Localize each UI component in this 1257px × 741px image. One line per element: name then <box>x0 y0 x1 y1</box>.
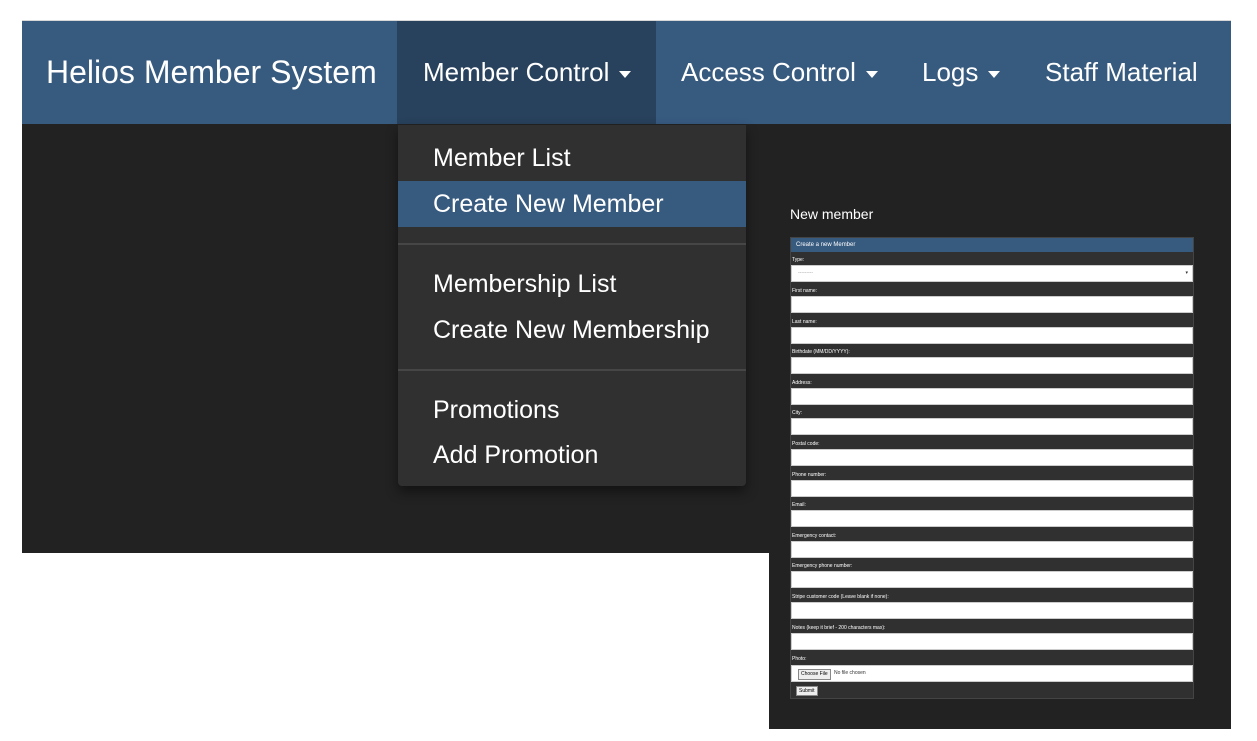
field-label: Stripe customer code (Leave blank if non… <box>792 594 889 600</box>
text-input[interactable] <box>791 327 1193 344</box>
type-label: Type: <box>792 257 805 263</box>
text-input[interactable] <box>791 296 1193 313</box>
new-member-page: New member Create a new Member Type: ---… <box>769 192 1231 729</box>
choose-file-button[interactable]: Choose File <box>798 669 831 680</box>
brand-title[interactable]: Helios Member System <box>46 21 377 124</box>
field-label: Address: <box>792 380 812 386</box>
menu-item-create-new-membership[interactable]: Create New Membership <box>398 307 746 353</box>
field-label: First name: <box>792 288 818 294</box>
field-label: Emergency phone number: <box>792 563 853 569</box>
nav-staff-material-label: Staff Material <box>1045 57 1198 87</box>
menu-item-member-list[interactable]: Member List <box>398 135 746 181</box>
menu-item-create-new-member[interactable]: Create New Member <box>398 181 746 227</box>
nav-member-control[interactable]: Member Control <box>397 21 656 124</box>
nav-logs-label: Logs <box>922 57 979 87</box>
menu-item-membership-list[interactable]: Membership List <box>398 261 746 307</box>
text-input[interactable] <box>791 510 1193 527</box>
text-input[interactable] <box>791 480 1193 497</box>
menu-item-add-promotion[interactable]: Add Promotion <box>398 432 746 478</box>
form-header: Create a new Member <box>791 238 1193 252</box>
nav-staff-material[interactable]: Staff Material <box>1045 21 1198 124</box>
type-select-value: --------- <box>798 270 813 276</box>
text-input[interactable] <box>791 418 1193 435</box>
text-input[interactable] <box>791 633 1193 650</box>
text-input[interactable] <box>791 541 1193 558</box>
text-input[interactable] <box>791 602 1193 619</box>
caret-down-icon <box>865 70 878 78</box>
nav-logs[interactable]: Logs <box>922 21 1001 124</box>
photo-label: Photo: <box>792 656 807 662</box>
page-title: New member <box>790 206 874 222</box>
field-label: Birthdate (MM/DD/YYYY): <box>792 349 850 355</box>
field-label: Phone number: <box>792 472 827 478</box>
type-select[interactable]: --------- ▾ <box>791 265 1193 282</box>
field-label: Last name: <box>792 319 817 325</box>
nav-access-control[interactable]: Access Control <box>681 21 878 124</box>
text-input[interactable] <box>791 388 1193 405</box>
no-file-text: No file chosen <box>834 670 866 676</box>
text-input[interactable] <box>791 571 1193 588</box>
menu-divider <box>398 369 746 371</box>
field-label: City: <box>792 410 802 416</box>
menu-item-promotions[interactable]: Promotions <box>398 387 746 433</box>
field-label: Notes (keep it brief - 200 characters ma… <box>792 625 886 631</box>
photo-file-input: Choose File No file chosen <box>791 665 1193 682</box>
select-arrow-icon: ▾ <box>1185 270 1188 276</box>
member-control-dropdown: Member List Create New Member Membership… <box>398 125 746 486</box>
field-label: Email: <box>792 502 806 508</box>
caret-down-icon <box>619 70 632 78</box>
field-label: Emergency contact: <box>792 533 837 539</box>
submit-button[interactable]: Submit <box>796 686 818 696</box>
nav-access-control-label: Access Control <box>681 57 856 87</box>
new-member-form: Create a new Member Type: --------- ▾ Ph… <box>790 237 1194 699</box>
navbar: Helios Member System Member Control Acce… <box>22 21 1231 124</box>
text-input[interactable] <box>791 357 1193 374</box>
text-input[interactable] <box>791 449 1193 466</box>
nav-member-control-label: Member Control <box>423 57 610 87</box>
field-label: Postal code: <box>792 441 820 447</box>
caret-down-icon <box>988 70 1001 78</box>
menu-divider <box>398 243 746 245</box>
